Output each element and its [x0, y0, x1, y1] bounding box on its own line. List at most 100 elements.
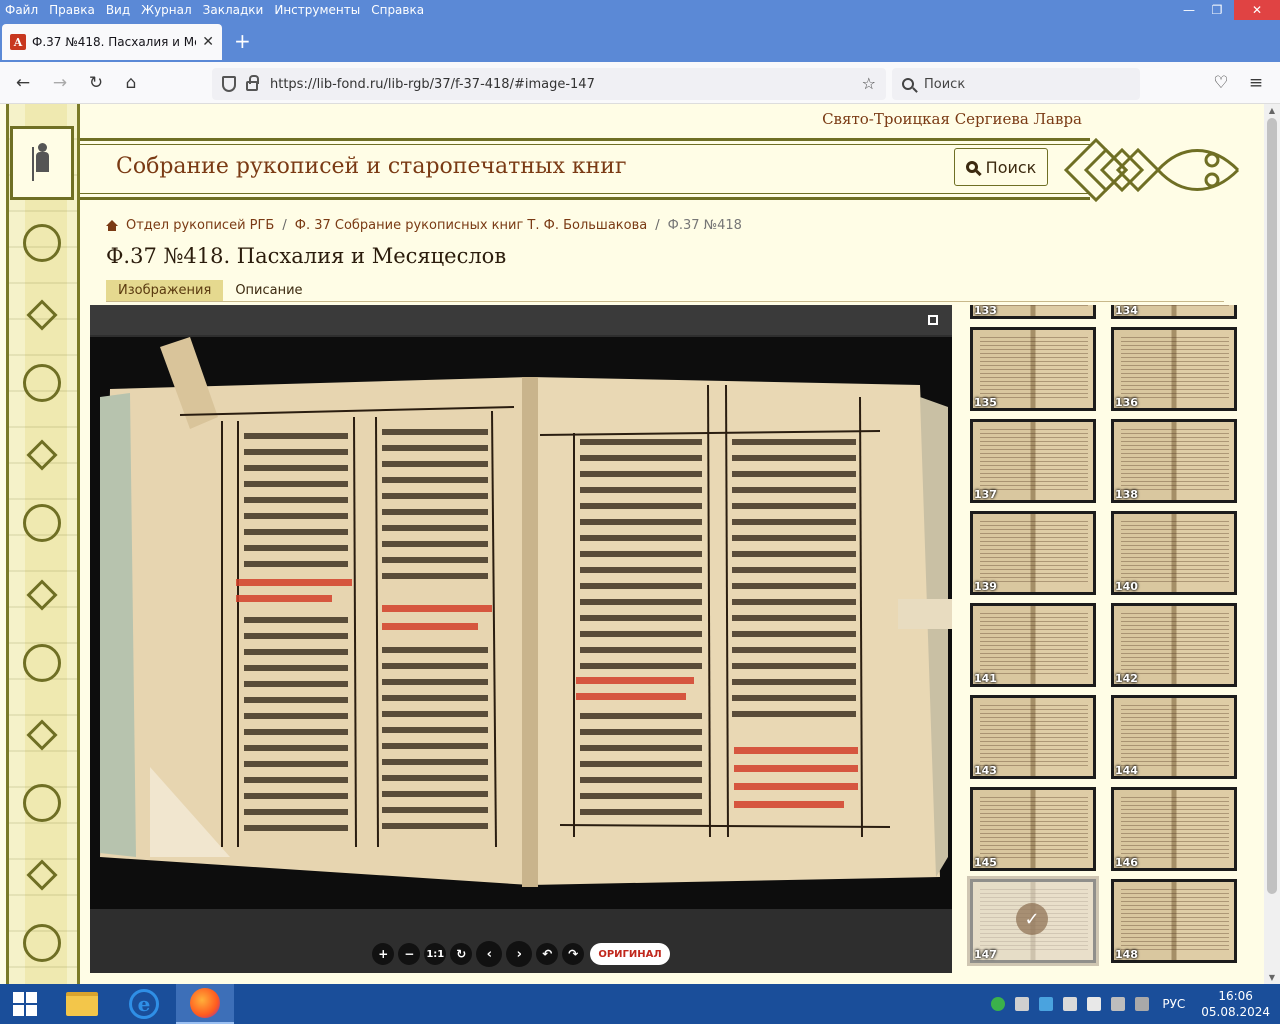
- menu-file[interactable]: Файл: [5, 0, 38, 20]
- file-explorer-button[interactable]: [56, 984, 108, 1024]
- windows-logo-icon: [13, 992, 37, 1016]
- thumbnail[interactable]: 144: [1111, 695, 1237, 779]
- volume-icon[interactable]: [1087, 997, 1102, 1011]
- thumbnail[interactable]: 136: [1111, 327, 1237, 411]
- thumbnail[interactable]: 133: [970, 305, 1096, 319]
- reload-icon[interactable]: ↻: [85, 72, 107, 94]
- manuscript-scan-image[interactable]: [90, 337, 952, 909]
- original-button[interactable]: ОРИГИНАЛ: [590, 943, 670, 965]
- pocket-icon[interactable]: ♡: [1210, 72, 1232, 94]
- lock-icon[interactable]: [246, 75, 259, 91]
- thumbnail[interactable]: 139: [970, 511, 1096, 595]
- fullscreen-icon[interactable]: [914, 305, 952, 335]
- search-button-label: Поиск: [985, 157, 1037, 177]
- thumbnail[interactable]: 135: [970, 327, 1096, 411]
- start-button[interactable]: [0, 984, 50, 1024]
- thumbnail[interactable]: 146: [1111, 787, 1237, 871]
- menu-items: Файл Правка Вид Журнал Закладки Инструме…: [0, 0, 1280, 20]
- site-logo[interactable]: [10, 126, 74, 200]
- ornament-knot-icon: [23, 924, 61, 962]
- page-title: Ф.37 №418. Пасхалия и Месяцеслов: [106, 244, 507, 268]
- ornament-knot-icon: [23, 224, 61, 262]
- browser-search-input[interactable]: Поиск: [892, 68, 1140, 100]
- browser-tab[interactable]: A Ф.37 №418. Пасхалия и Месяц ✕: [2, 24, 222, 60]
- flag-icon[interactable]: [1135, 997, 1150, 1011]
- thumbnail-number: 148: [1115, 948, 1138, 961]
- home-icon[interactable]: ⌂: [120, 72, 142, 94]
- security-icon[interactable]: [1039, 997, 1054, 1011]
- thumbnail[interactable]: 137: [970, 419, 1096, 503]
- back-icon[interactable]: ←: [12, 72, 34, 94]
- thumbnail-number: 145: [974, 856, 997, 869]
- thumbnail[interactable]: 143: [970, 695, 1096, 779]
- image-viewer[interactable]: + − 1:1 ↻ ‹ › ↶ ↷ ОРИГИНАЛ: [90, 305, 952, 973]
- thumbnail-number: 133: [974, 305, 997, 317]
- menu-tools[interactable]: Инструменты: [274, 0, 360, 20]
- restore-icon[interactable]: ❐: [1204, 0, 1230, 20]
- thumbnail[interactable]: 148: [1111, 879, 1237, 963]
- clock[interactable]: 16:06 05.08.2024: [1201, 988, 1270, 1020]
- menu-bookmarks[interactable]: Закладки: [203, 0, 264, 20]
- scroll-up-icon[interactable]: ▲: [1264, 106, 1280, 115]
- firefox-button[interactable]: [176, 984, 234, 1024]
- action-center-icon[interactable]: [1063, 997, 1078, 1011]
- network-status-icon[interactable]: [991, 997, 1006, 1011]
- address-bar[interactable]: https://lib-fond.ru/lib-rgb/37/f-37-418/…: [212, 68, 886, 100]
- breadcrumb-item-fond[interactable]: Ф. 37 Собрание рукописных книг Т. Ф. Бол…: [295, 218, 647, 233]
- tracking-shield-icon[interactable]: [222, 76, 236, 92]
- menu-history[interactable]: Журнал: [141, 0, 192, 20]
- thumbnail-strip[interactable]: 133 134 135 136 137 138 139 140 141 142 …: [966, 305, 1242, 973]
- language-indicator[interactable]: РУС: [1162, 997, 1185, 1011]
- lavra-link[interactable]: Свято-Троицкая Сергиева Лавра: [822, 110, 1082, 128]
- content-tabs: Изображения Описание: [106, 280, 1224, 302]
- drive-icon[interactable]: [1015, 997, 1030, 1011]
- forward-icon[interactable]: →: [49, 72, 71, 94]
- new-tab-icon[interactable]: +: [234, 30, 251, 52]
- thumbnail-number: 140: [1115, 580, 1138, 593]
- thumbnail[interactable]: 142: [1111, 603, 1237, 687]
- menu-help[interactable]: Справка: [371, 0, 424, 20]
- previous-image-button[interactable]: ‹: [476, 941, 503, 967]
- home-icon[interactable]: [106, 220, 118, 231]
- tab-description[interactable]: Описание: [223, 280, 314, 301]
- page-scrollbar[interactable]: ▲ ▼: [1264, 104, 1280, 984]
- rotate-left-button[interactable]: ↶: [536, 943, 559, 965]
- minimize-icon[interactable]: —: [1176, 0, 1202, 20]
- rotate-right-button[interactable]: ↷: [562, 943, 585, 965]
- ornament-diamond-icon: [26, 299, 58, 331]
- next-image-button[interactable]: ›: [506, 941, 533, 967]
- zoom-in-button[interactable]: +: [372, 943, 395, 965]
- clock-date: 05.08.2024: [1201, 1005, 1270, 1019]
- thumbnail-number: 146: [1115, 856, 1138, 869]
- internet-explorer-button[interactable]: e: [118, 984, 170, 1024]
- thumbnail[interactable]: 140: [1111, 511, 1237, 595]
- menu-view[interactable]: Вид: [106, 0, 130, 20]
- thumbnail-selected[interactable]: ✓ 147: [967, 876, 1099, 966]
- zoom-out-button[interactable]: −: [398, 943, 421, 965]
- breadcrumb-item-manuscripts[interactable]: Отдел рукописей РГБ: [126, 218, 274, 233]
- power-icon[interactable]: [1111, 997, 1126, 1011]
- hamburger-menu-icon[interactable]: ≡: [1245, 72, 1267, 94]
- firefox-icon: [190, 988, 220, 1018]
- thumbnail-number: 139: [974, 580, 997, 593]
- bookmark-star-icon[interactable]: ☆: [862, 74, 876, 93]
- thumbnail[interactable]: 145: [970, 787, 1096, 871]
- thumbnail[interactable]: 141: [970, 603, 1096, 687]
- tab-images[interactable]: Изображения: [106, 280, 224, 301]
- thumbnail[interactable]: 138: [1111, 419, 1237, 503]
- menu-edit[interactable]: Правка: [49, 0, 95, 20]
- internet-explorer-icon: e: [129, 989, 159, 1019]
- ornament-knot-icon: [23, 784, 61, 822]
- thumbnail[interactable]: 134: [1111, 305, 1237, 319]
- clock-time: 16:06: [1218, 989, 1253, 1003]
- site-title[interactable]: Собрание рукописей и старопечатных книг: [116, 154, 627, 179]
- scroll-down-icon[interactable]: ▼: [1264, 973, 1280, 982]
- ornament-diamond-icon: [26, 859, 58, 891]
- search-button[interactable]: Поиск: [954, 148, 1048, 186]
- tab-close-icon[interactable]: ✕: [202, 34, 214, 50]
- scrollbar-thumb[interactable]: [1267, 118, 1277, 894]
- window-close-icon[interactable]: ✕: [1234, 0, 1280, 20]
- reset-button[interactable]: ↻: [450, 943, 473, 965]
- url-text[interactable]: https://lib-fond.ru/lib-rgb/37/f-37-418/…: [270, 77, 595, 92]
- actual-size-button[interactable]: 1:1: [424, 943, 447, 965]
